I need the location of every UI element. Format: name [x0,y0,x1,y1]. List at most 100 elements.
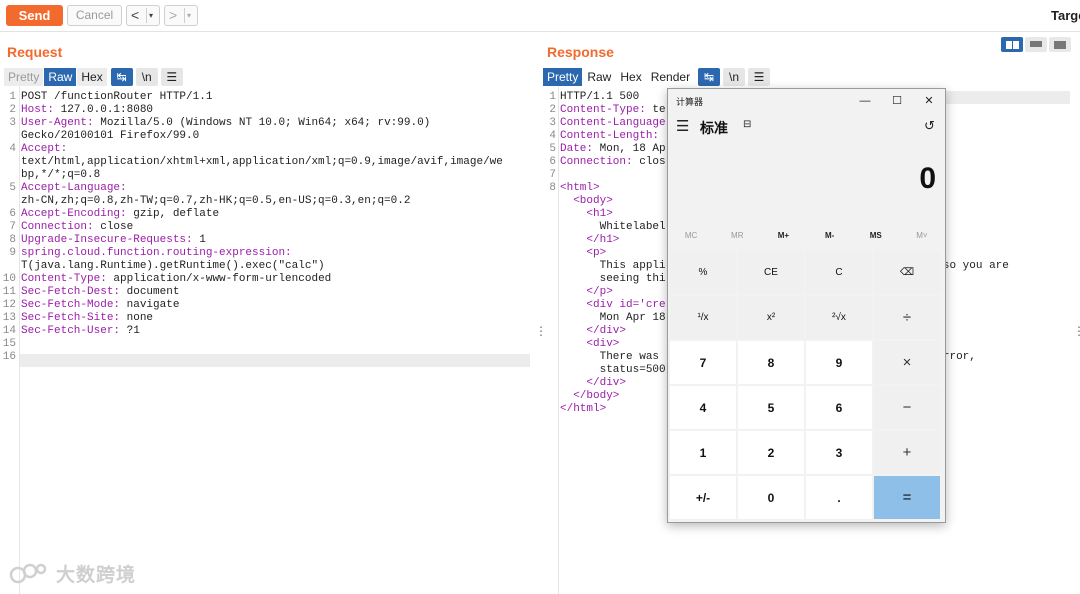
key-4[interactable]: 4 [670,386,736,429]
word-wrap-icon[interactable]: ↹ [110,68,133,86]
key-0[interactable]: 0 [738,476,804,519]
code-line[interactable]: zh-CN,zh;q=0.8,zh-TW;q=0.7,zh-HK;q=0.5,e… [21,195,503,208]
code-line[interactable]: spring.cloud.function.routing-expression… [21,247,503,260]
split-columns-view-icon[interactable] [1001,37,1023,52]
memory-add-button[interactable]: M+ [760,227,806,245]
line-number: 8 [549,182,556,194]
code-line[interactable]: Sec-Fetch-Dest: document [21,286,503,299]
code-line[interactable]: T(java.lang.Runtime).getRuntime().exec("… [21,260,503,273]
key-9[interactable]: 9 [806,341,872,384]
memory-clear-button[interactable]: MC [668,227,714,245]
chevron-down-icon[interactable]: ▾ [149,8,153,23]
menu-icon[interactable]: ☰ [748,68,771,86]
request-tab-pretty[interactable]: Pretty [4,68,45,86]
cancel-button[interactable]: Cancel [67,5,122,26]
code-line[interactable]: Sec-Fetch-User: ?1 [21,325,503,338]
history-icon[interactable]: ↺ [924,118,935,134]
single-view-icon[interactable] [1049,37,1071,52]
history-forward-button[interactable]: > ▾ [164,5,198,26]
header-value-token: te [645,104,666,116]
key-clear[interactable]: C [806,251,872,294]
code-line[interactable] [21,351,503,364]
header-value-token: gzip, deflate [126,208,220,220]
key-add[interactable]: + [874,431,940,474]
html-tag-token: <p> [560,247,607,259]
code-line[interactable]: Host: 127.0.0.1:8080 [21,104,503,117]
memory-recall-button[interactable]: MR [714,227,760,245]
chevron-down-icon[interactable]: ▾ [187,8,191,23]
key-6[interactable]: 6 [806,386,872,429]
request-tab-hex[interactable]: Hex [77,68,108,86]
code-line[interactable]: Accept: [21,143,503,156]
key-multiply[interactable]: × [874,341,940,384]
show-newlines-button[interactable]: \n [135,68,158,86]
code-line[interactable]: Sec-Fetch-Site: none [21,312,503,325]
header-value-token: Mon, 18 Ap [593,143,666,155]
code-line[interactable] [21,338,503,351]
code-line[interactable]: Connection: close [21,221,503,234]
code-line[interactable]: Upgrade-Insecure-Requests: 1 [21,234,503,247]
keep-on-top-icon[interactable]: ⊟ [743,119,755,130]
line-number [542,403,556,416]
key-subtract[interactable]: − [874,386,940,429]
code-line[interactable]: bp,*/*;q=0.8 [21,169,503,182]
key-2[interactable]: 2 [738,431,804,474]
key-negate[interactable]: +/- [670,476,736,519]
pane-resize-handle[interactable]: ⋮ [1073,325,1080,337]
request-code[interactable]: POST /functionRouter HTTP/1.1 Host: 127.0… [21,91,503,364]
code-line[interactable]: Content-Type: application/x-www-form-url… [21,273,503,286]
word-wrap-icon[interactable]: ↹ [698,68,721,86]
response-tab-raw[interactable]: Raw [583,68,617,86]
header-name-token: Upgrade-Insecure-Requests: [21,234,193,246]
line-number [2,260,16,273]
show-newlines-button[interactable]: \n [723,68,746,86]
split-rows-view-icon[interactable] [1025,37,1047,52]
target-label[interactable]: Targe [1051,8,1080,23]
close-icon[interactable]: ✕ [913,89,945,113]
minimize-icon[interactable]: — [849,89,881,113]
line-number [2,195,16,208]
calculator-window[interactable]: 计算器 — ☐ ✕ ☰ 标准 ⊟ ↺ 0 MC MR M+ M- MS M˅ %… [667,88,946,523]
key-decimal[interactable]: . [806,476,872,519]
code-line[interactable]: Sec-Fetch-Mode: navigate [21,299,503,312]
line-number: 11 [2,286,16,298]
line-number [542,351,556,364]
response-tab-hex[interactable]: Hex [616,68,647,86]
request-editor[interactable]: 1 2 3 4 5 6 7 8 9 10 11 12 13 14 15 16 POST /functionRo… [0,91,540,571]
key-3[interactable]: 3 [806,431,872,474]
key-reciprocal[interactable]: ¹/x [670,296,736,339]
key-clear-entry[interactable]: CE [738,251,804,294]
response-tab-render[interactable]: Render [647,68,696,86]
menu-icon[interactable]: ☰ [160,68,183,86]
html-tag-token: <h1> [560,208,613,220]
send-button[interactable]: Send [6,5,63,26]
memory-store-button[interactable]: MS [853,227,899,245]
key-8[interactable]: 8 [738,341,804,384]
memory-subtract-button[interactable]: M- [807,227,853,245]
line-number: 16 [2,351,16,363]
key-1[interactable]: 1 [670,431,736,474]
header-value-token: Mozilla/5.0 (Windows NT 10.0; Win64; x64… [93,117,431,129]
key-backspace[interactable]: ⌫ [874,251,940,294]
response-tab-pretty[interactable]: Pretty [543,68,584,86]
calculator-titlebar[interactable]: 计算器 — ☐ ✕ [668,89,945,113]
maximize-icon[interactable]: ☐ [881,89,913,113]
history-back-button[interactable]: < ▾ [126,5,160,26]
code-line[interactable]: Gecko/20100101 Firefox/99.0 [21,130,503,143]
request-tab-raw[interactable]: Raw [44,68,78,86]
code-line[interactable]: Accept-Language: [21,182,503,195]
key-square[interactable]: x² [738,296,804,339]
code-line[interactable]: text/html,application/xhtml+xml,applicat… [21,156,503,169]
key-square-root[interactable]: ²√x [806,296,872,339]
key-divide[interactable]: ÷ [874,296,940,339]
code-line[interactable]: User-Agent: Mozilla/5.0 (Windows NT 10.0… [21,117,503,130]
code-line[interactable]: Accept-Encoding: gzip, deflate [21,208,503,221]
memory-list-button[interactable]: M˅ [899,227,945,245]
key-equals[interactable]: = [874,476,940,519]
line-number: 15 [2,338,16,350]
key-percent[interactable]: % [670,251,736,294]
key-5[interactable]: 5 [738,386,804,429]
key-7[interactable]: 7 [670,341,736,384]
code-line[interactable]: POST /functionRouter HTTP/1.1 [21,91,503,104]
hamburger-menu-icon[interactable]: ☰ [676,119,689,134]
